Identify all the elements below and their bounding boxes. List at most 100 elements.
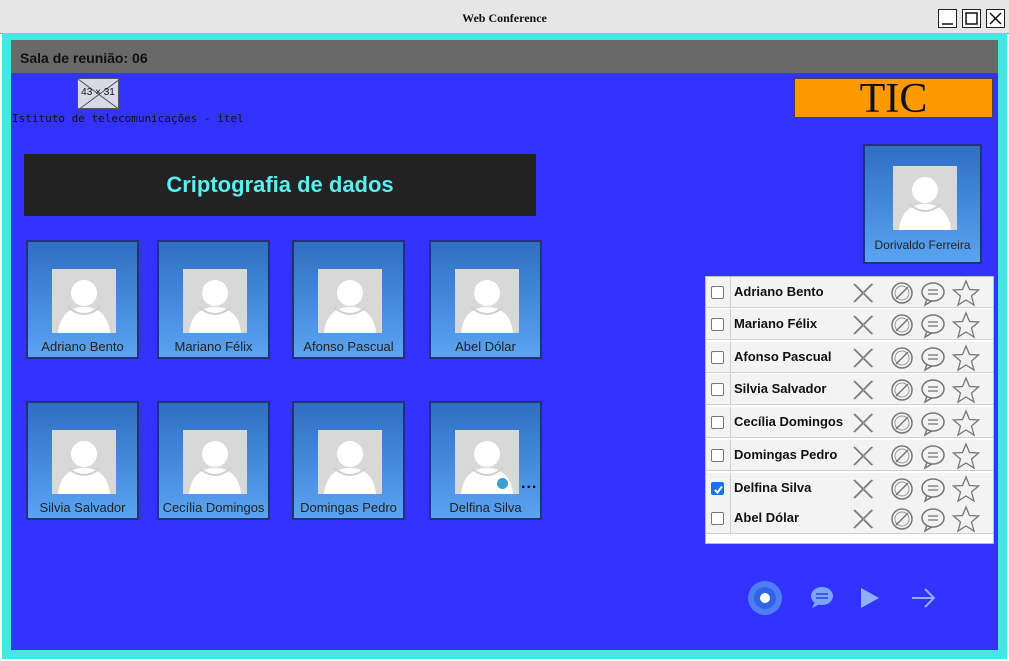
logo-placeholder: 43 × 31	[77, 78, 120, 110]
avatar	[318, 269, 382, 333]
participant-name: Mariano Félix	[174, 339, 253, 354]
avatar	[318, 430, 382, 494]
list-item: Mariano Félix	[706, 309, 993, 340]
participant-name: Abel Dólar	[734, 510, 800, 525]
block-icon[interactable]	[888, 505, 916, 533]
participant-name: Afonso Pascual	[734, 349, 832, 364]
block-icon[interactable]	[888, 475, 916, 503]
participant-tile[interactable]: Domingas Pedro	[292, 401, 405, 520]
chat-bubble-icon[interactable]	[919, 505, 947, 533]
list-item: Abel Dólar	[706, 503, 993, 534]
participant-tile[interactable]: Adriano Bento	[26, 240, 139, 359]
chat-bubble-icon[interactable]	[919, 475, 947, 503]
participant-name: Domingas Pedro	[734, 447, 838, 462]
block-icon[interactable]	[888, 311, 916, 339]
arrow-right-icon	[912, 588, 936, 608]
close-window-button[interactable]	[986, 9, 1005, 28]
select-checkbox[interactable]	[711, 482, 724, 495]
participant-name: Silvia Salvador	[734, 381, 827, 396]
select-checkbox[interactable]	[711, 449, 724, 462]
star-icon[interactable]	[951, 376, 981, 404]
window-title: Web Conference	[462, 11, 547, 25]
checkbox-cell	[706, 407, 731, 437]
host-tile[interactable]: Dorivaldo Ferreira	[863, 144, 982, 264]
block-icon[interactable]	[888, 442, 916, 470]
select-checkbox[interactable]	[711, 351, 724, 364]
session-banner: Criptografia de dados	[24, 154, 536, 216]
close-icon[interactable]	[849, 279, 877, 307]
participant-name: Delfina Silva	[449, 500, 522, 515]
checkbox-cell	[706, 277, 731, 307]
chat-bubble-icon[interactable]	[919, 279, 947, 307]
chat-bubble-icon[interactable]	[919, 311, 947, 339]
logo-placeholder-text: 43 × 31	[81, 87, 115, 98]
checkbox-cell	[706, 374, 731, 404]
select-checkbox[interactable]	[711, 512, 724, 525]
star-icon[interactable]	[951, 442, 981, 470]
minimize-button[interactable]	[938, 9, 957, 28]
chat-bubble-icon[interactable]	[919, 344, 947, 372]
chat-bubble-icon[interactable]	[919, 442, 947, 470]
close-icon[interactable]	[849, 442, 877, 470]
meeting-area: Sala de reunião: 06 43 × 31 Istituto de …	[11, 40, 998, 650]
participant-name: Adriano Bento	[734, 284, 824, 299]
list-item: Cecília Domingos	[706, 407, 993, 438]
chat-button[interactable]	[804, 580, 840, 616]
room-header: Sala de reunião: 06	[11, 40, 998, 73]
maximize-button[interactable]	[962, 9, 981, 28]
participant-name: Cecília Domingos	[162, 500, 265, 515]
star-icon[interactable]	[951, 279, 981, 307]
participant-tile[interactable]: Mariano Félix	[157, 240, 270, 359]
room-label: Sala de reunião: 06	[20, 50, 148, 66]
chat-icon	[811, 587, 833, 608]
block-icon[interactable]	[888, 376, 916, 404]
chat-bubble-icon[interactable]	[919, 376, 947, 404]
close-icon[interactable]	[849, 409, 877, 437]
window-frame: Sala de reunião: 06 43 × 31 Istituto de …	[2, 33, 1007, 659]
close-icon[interactable]	[849, 344, 877, 372]
avatar	[455, 430, 519, 494]
participant-name: Delfina Silva	[734, 480, 812, 495]
close-icon[interactable]	[849, 376, 877, 404]
star-icon[interactable]	[951, 505, 981, 533]
minimize-icon	[942, 23, 953, 25]
participant-name: Abel Dólar	[455, 339, 516, 354]
close-icon[interactable]	[849, 505, 877, 533]
play-button[interactable]	[851, 580, 887, 616]
star-icon[interactable]	[951, 311, 981, 339]
close-icon[interactable]	[849, 311, 877, 339]
record-button[interactable]	[747, 580, 783, 616]
select-checkbox[interactable]	[711, 318, 724, 331]
participant-name: Afonso Pascual	[303, 339, 394, 354]
participant-tile[interactable]: Afonso Pascual	[292, 240, 405, 359]
participant-tile[interactable]: Abel Dólar	[429, 240, 542, 359]
next-button[interactable]	[906, 580, 942, 616]
institution-name: Istituto de telecomunicações - itel	[12, 112, 244, 125]
avatar	[893, 166, 957, 230]
avatar	[183, 430, 247, 494]
checkbox-cell	[706, 440, 731, 470]
block-icon[interactable]	[888, 279, 916, 307]
select-checkbox[interactable]	[711, 383, 724, 396]
star-icon[interactable]	[951, 475, 981, 503]
maximize-icon	[965, 12, 978, 25]
star-icon[interactable]	[951, 344, 981, 372]
participant-name: Mariano Félix	[734, 316, 818, 331]
host-name: Dorivaldo Ferreira	[874, 238, 971, 252]
select-checkbox[interactable]	[711, 286, 724, 299]
block-icon[interactable]	[888, 344, 916, 372]
more-options-button[interactable]: ...	[521, 475, 537, 493]
participant-tile[interactable]: Cecília Domingos	[157, 401, 270, 520]
list-item: Afonso Pascual	[706, 342, 993, 373]
participant-tile[interactable]: Silvia Salvador	[26, 401, 139, 520]
participant-name: Cecília Domingos	[734, 414, 844, 429]
avatar	[455, 269, 519, 333]
participant-tile[interactable]: Delfina Silva...	[429, 401, 542, 520]
close-icon[interactable]	[849, 475, 877, 503]
chat-bubble-icon[interactable]	[919, 409, 947, 437]
brand-logo: TIC	[794, 78, 993, 120]
select-checkbox[interactable]	[711, 416, 724, 429]
checkbox-cell	[706, 309, 731, 339]
block-icon[interactable]	[888, 409, 916, 437]
star-icon[interactable]	[951, 409, 981, 437]
